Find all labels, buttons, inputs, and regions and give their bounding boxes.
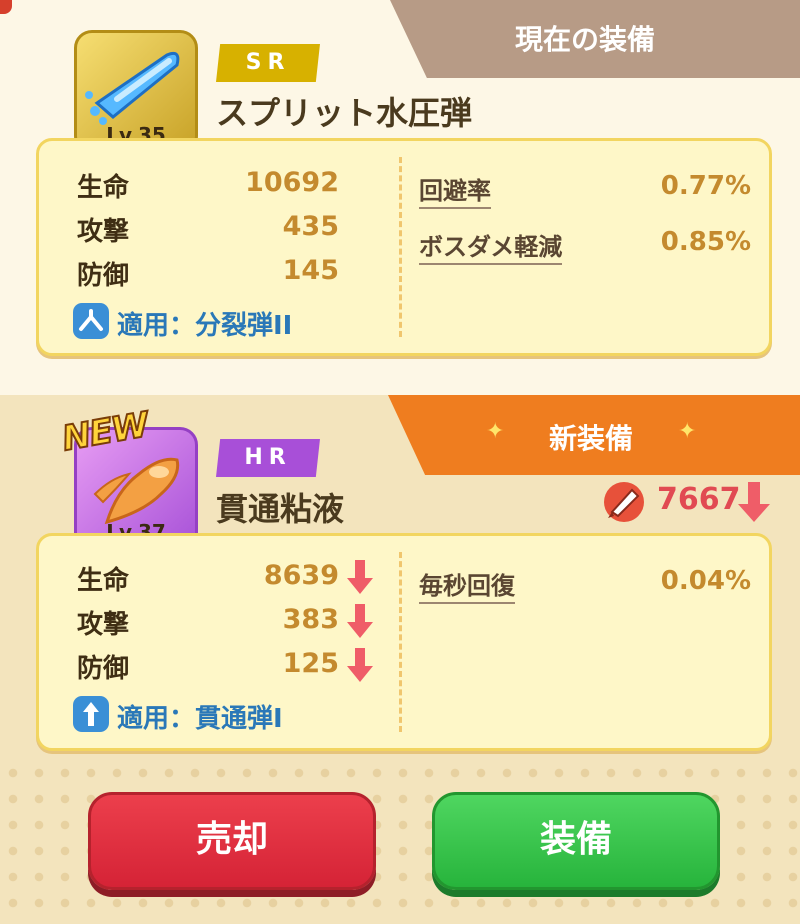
new-stats-panel: 生命 8639 攻撃 383 防御 125 毎秒回復 0.04% 適用：貫通弾I — [36, 533, 772, 751]
stat-label-attack: 攻撃 — [77, 217, 130, 247]
equipment-compare-panel: 現在の装備 Lv.35 SR スプリット水圧弾 生命 10692 攻撃 435 … — [0, 0, 800, 924]
current-equipment-tab-label: 現在の装備 — [514, 23, 655, 56]
attack-decrease-arrow-icon — [345, 602, 375, 644]
stat-label-hp: 生命 — [77, 173, 130, 203]
current-item-icon[interactable]: Lv.35 — [74, 30, 198, 154]
equip-button[interactable]: 装備 — [432, 792, 720, 890]
sub-stat-value-regen: 0.04% — [660, 566, 751, 596]
new-item-name: 貫通粘液 — [216, 490, 345, 528]
sparkle-icon: ✦ — [486, 419, 505, 444]
power-decrease-arrow-icon — [736, 478, 772, 530]
sub-stat-value-boss-reduction: 0.85% — [660, 227, 751, 257]
stat-value-defense: 145 — [282, 255, 339, 286]
hp-decrease-arrow-icon — [345, 558, 375, 600]
new-rarity-badge: HR — [216, 439, 320, 477]
new-equipment-tab: ✦ 新装備 ✦ — [388, 395, 800, 475]
sub-stat-label-boss-reduction: ボスダメ軽減 — [419, 227, 563, 265]
current-apply-text: 適用：分裂弾II — [117, 311, 293, 341]
current-equipment-tab: 現在の装備 — [390, 0, 800, 78]
stat-value-attack: 383 — [282, 604, 339, 635]
stat-label-attack: 攻撃 — [77, 610, 130, 640]
power-value: 7667 — [657, 482, 741, 517]
pierce-skill-icon — [73, 696, 109, 732]
stat-label-defense: 防御 — [77, 654, 130, 684]
split-skill-icon — [73, 303, 109, 339]
sub-stat-label-evasion: 回避率 — [419, 171, 491, 209]
stat-label-defense: 防御 — [77, 261, 130, 291]
sub-stat-label-regen: 毎秒回復 — [419, 566, 515, 604]
sell-button[interactable]: 売却 — [88, 792, 376, 890]
sub-stat-value-evasion: 0.77% — [660, 171, 751, 201]
sparkle-icon: ✦ — [678, 419, 697, 444]
stat-label-hp: 生命 — [77, 566, 130, 596]
current-stats-panel: 生命 10692 攻撃 435 防御 145 回避率 0.77% ボスダメ軽減 … — [36, 138, 772, 356]
current-rarity-badge: SR — [216, 44, 320, 82]
current-item-name: スプリット水圧弾 — [216, 94, 473, 132]
stat-value-attack: 435 — [282, 211, 339, 242]
stats-divider — [399, 157, 402, 337]
new-equipment-tab-label: 新装備 — [548, 422, 633, 455]
stats-divider — [399, 552, 402, 732]
power-icon — [602, 480, 650, 528]
new-apply-text: 適用：貫通弾I — [117, 704, 283, 734]
stat-value-defense: 125 — [282, 648, 339, 679]
stat-value-hp: 8639 — [263, 560, 339, 591]
stat-value-hp: 10692 — [245, 167, 339, 198]
defense-decrease-arrow-icon — [345, 646, 375, 688]
